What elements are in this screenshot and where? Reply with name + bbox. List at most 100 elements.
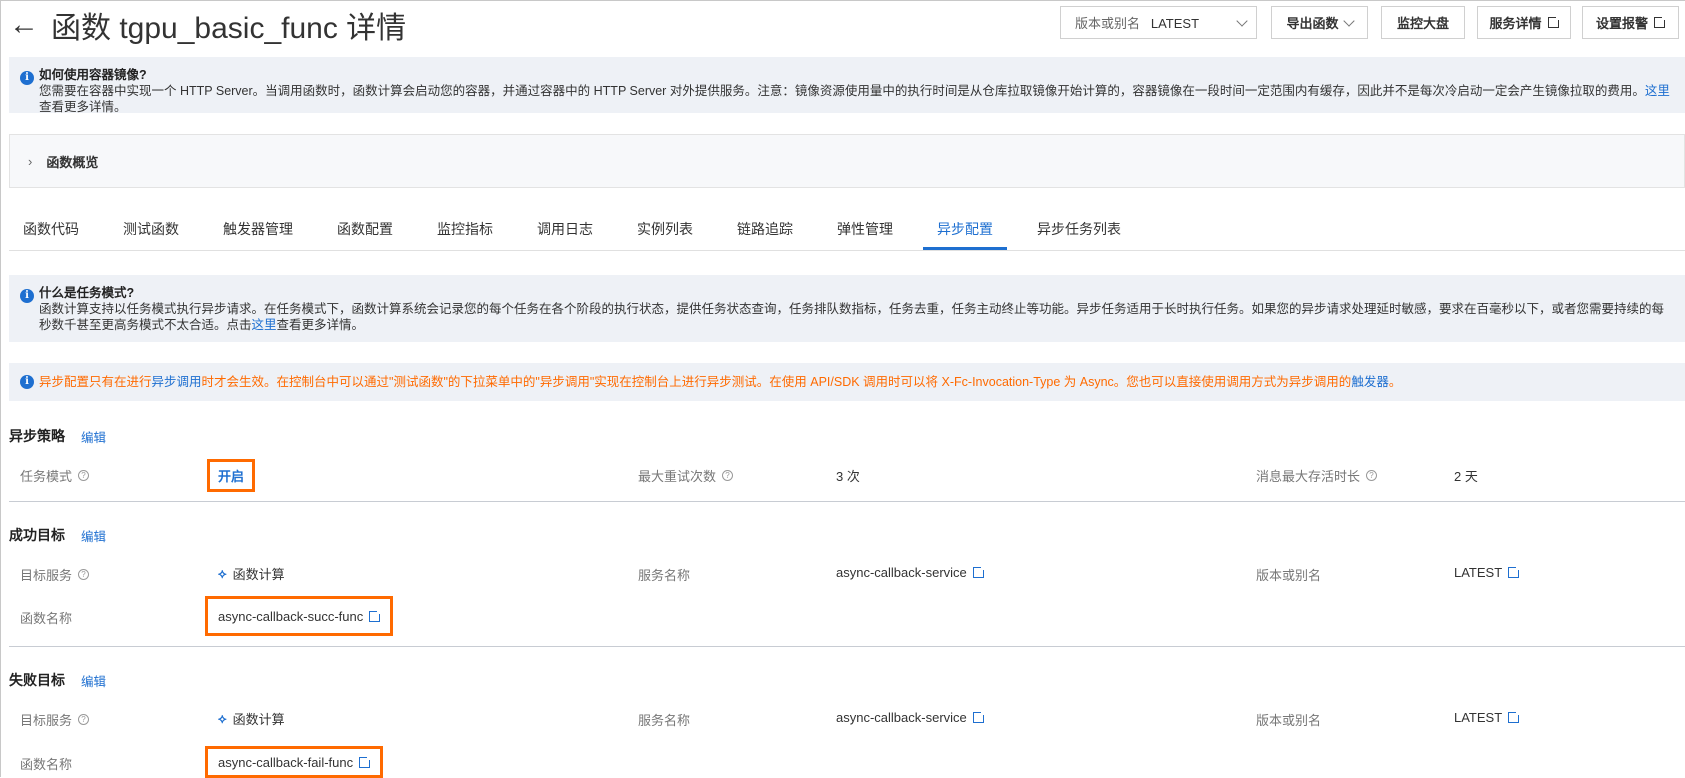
service-detail-button[interactable]: 服务详情 <box>1477 6 1571 39</box>
divider <box>9 501 1685 502</box>
export-label: 导出函数 <box>1286 16 1339 31</box>
edit-success-link[interactable]: 编辑 <box>81 526 106 545</box>
value-text: 函数计算 <box>232 567 285 582</box>
page-header: ← 函数 tgpu_basic_func 详情 <box>9 3 406 47</box>
info-icon: i <box>20 289 34 303</box>
trigger-link[interactable]: 触发器 <box>1351 375 1389 389</box>
monitor-label: 监控大盘 <box>1396 16 1449 31</box>
chevron-down-icon <box>1342 14 1355 27</box>
back-arrow-icon[interactable]: ← <box>9 8 39 42</box>
info-text: 您需要在容器中实现一个 HTTP Server。当调用函数时，函数计算会启动您的… <box>39 84 1645 98</box>
version-link[interactable]: LATEST <box>1454 710 1522 725</box>
tab-6[interactable]: 实例列表 <box>623 213 707 250</box>
success-target-section: 成功目标 编辑 <box>9 525 106 545</box>
info-icon: i <box>20 375 34 389</box>
page-title: 函数 tgpu_basic_func 详情 <box>51 12 407 45</box>
tab-2[interactable]: 触发器管理 <box>209 213 307 250</box>
ttl-label: 消息最大存活时长? <box>1256 466 1378 485</box>
section-title: 失败目标 <box>9 672 65 688</box>
tab-bar: 函数代码 测试函数 触发器管理 函数配置 监控指标 调用日志 实例列表 链路追踪 弹性管理 异步配… <box>9 213 1685 251</box>
info-text: 时才会生效。在控制台中可以通过"测试函数"的下拉菜单中的"异步调用"实现在控制台… <box>201 375 1352 389</box>
target-service-label: 目标服务? <box>20 565 90 584</box>
tab-0[interactable]: 函数代码 <box>9 213 93 250</box>
help-icon[interactable]: ? <box>1366 470 1378 481</box>
chevron-down-icon <box>1236 14 1248 27</box>
external-link-icon <box>369 608 383 622</box>
external-link-icon <box>1508 710 1522 723</box>
service-name-label: 服务名称 <box>638 713 691 728</box>
version-label: 版本或别名 <box>1256 713 1322 728</box>
value-text: LATEST <box>1454 565 1503 580</box>
function-name-label: 函数名称 <box>20 611 73 626</box>
info-suffix: 查看更多详情。 <box>276 318 365 332</box>
set-alarm-button[interactable]: 设置报警 <box>1582 6 1679 39</box>
label-text: 消息最大存活时长 <box>1256 469 1361 484</box>
info-link[interactable]: 这里 <box>252 318 277 332</box>
monitor-dashboard-button[interactable]: 监控大盘 <box>1381 6 1465 39</box>
help-icon[interactable]: ? <box>78 714 90 725</box>
info-text: 。 <box>1388 375 1402 389</box>
value-text: 开启 <box>218 469 245 484</box>
service-name-link[interactable]: async-callback-service <box>836 710 986 725</box>
info-suffix: 查看更多详情。 <box>39 100 127 114</box>
value-text: async-callback-succ-func <box>218 608 364 624</box>
info-title: 什么是任务模式? <box>39 286 135 300</box>
target-service-label: 目标服务? <box>20 710 90 729</box>
export-function-button[interactable]: 导出函数 <box>1271 6 1368 39</box>
help-icon[interactable]: ? <box>78 569 90 580</box>
label-text: 最大重试次数 <box>638 469 717 484</box>
async-policy-section: 异步策略 编辑 <box>9 426 106 446</box>
tab-10[interactable]: 异步任务列表 <box>1023 213 1135 250</box>
ttl-value: 2 天 <box>1454 469 1478 484</box>
tab-5[interactable]: 调用日志 <box>523 213 607 250</box>
info-link[interactable]: 这里 <box>1645 84 1670 98</box>
section-title: 异步策略 <box>9 428 65 444</box>
container-image-info: i 如何使用容器镜像? 您需要在容器中实现一个 HTTP Server。当调用函… <box>9 57 1685 114</box>
version-value: LATEST <box>1150 16 1200 31</box>
async-config-info: i 异步配置只有在进行异步调用时才会生效。在控制台中可以通过"测试函数"的下拉菜… <box>9 363 1685 401</box>
tab-7[interactable]: 链路追踪 <box>723 213 807 250</box>
info-title: 如何使用容器镜像? <box>39 68 147 82</box>
value-text: 函数计算 <box>232 712 285 727</box>
value-text: async-callback-service <box>836 565 967 580</box>
service-detail-label: 服务详情 <box>1489 16 1542 31</box>
task-mode-info: i 什么是任务模式? 函数计算支持以任务模式执行异步请求。在任务模式下，函数计算… <box>9 275 1685 342</box>
help-icon[interactable]: ? <box>722 470 734 481</box>
edit-fail-link[interactable]: 编辑 <box>81 671 106 690</box>
function-name-link[interactable]: async-callback-fail-func <box>205 746 384 778</box>
external-link-icon <box>1508 565 1522 578</box>
fail-target-section: 失败目标 编辑 <box>9 670 106 690</box>
info-text: 异步配置只有在进行 <box>39 375 152 389</box>
help-icon[interactable]: ? <box>78 470 90 481</box>
tab-4[interactable]: 监控指标 <box>423 213 507 250</box>
tab-8[interactable]: 弹性管理 <box>823 213 907 250</box>
label-text: 目标服务 <box>20 568 73 583</box>
target-service-value: ⟡ 函数计算 <box>218 564 285 583</box>
external-link-icon <box>359 754 373 768</box>
task-mode-label: 任务模式? <box>20 466 90 485</box>
task-mode-value: 开启 <box>207 459 256 492</box>
function-compute-icon: ⟡ <box>218 565 227 581</box>
tab-1[interactable]: 测试函数 <box>109 213 193 250</box>
function-name-link[interactable]: async-callback-succ-func <box>205 596 394 636</box>
info-icon: i <box>20 71 34 85</box>
overview-label: 函数概览 <box>46 154 99 170</box>
label-text: 任务模式 <box>20 469 73 484</box>
retry-label: 最大重试次数? <box>638 466 734 485</box>
external-link-icon <box>1547 15 1561 28</box>
async-invoke-link[interactable]: 异步调用 <box>152 375 202 389</box>
tab-3[interactable]: 函数配置 <box>323 213 407 250</box>
target-service-value: ⟡ 函数计算 <box>218 709 285 728</box>
tab-9[interactable]: 异步配置 <box>923 213 1007 250</box>
version-label: 版本或别名 <box>1256 568 1322 583</box>
external-link-icon <box>1654 15 1667 28</box>
retry-value: 3 次 <box>836 469 860 484</box>
external-link-icon <box>972 710 986 723</box>
edit-policy-link[interactable]: 编辑 <box>81 427 106 446</box>
value-text: async-callback-service <box>836 710 967 725</box>
function-overview-panel[interactable]: › 函数概览 <box>9 134 1685 188</box>
service-name-link[interactable]: async-callback-service <box>836 565 986 580</box>
version-select[interactable]: 版本或别名 LATEST <box>1060 6 1257 39</box>
divider <box>9 646 1685 647</box>
version-link[interactable]: LATEST <box>1454 565 1522 580</box>
